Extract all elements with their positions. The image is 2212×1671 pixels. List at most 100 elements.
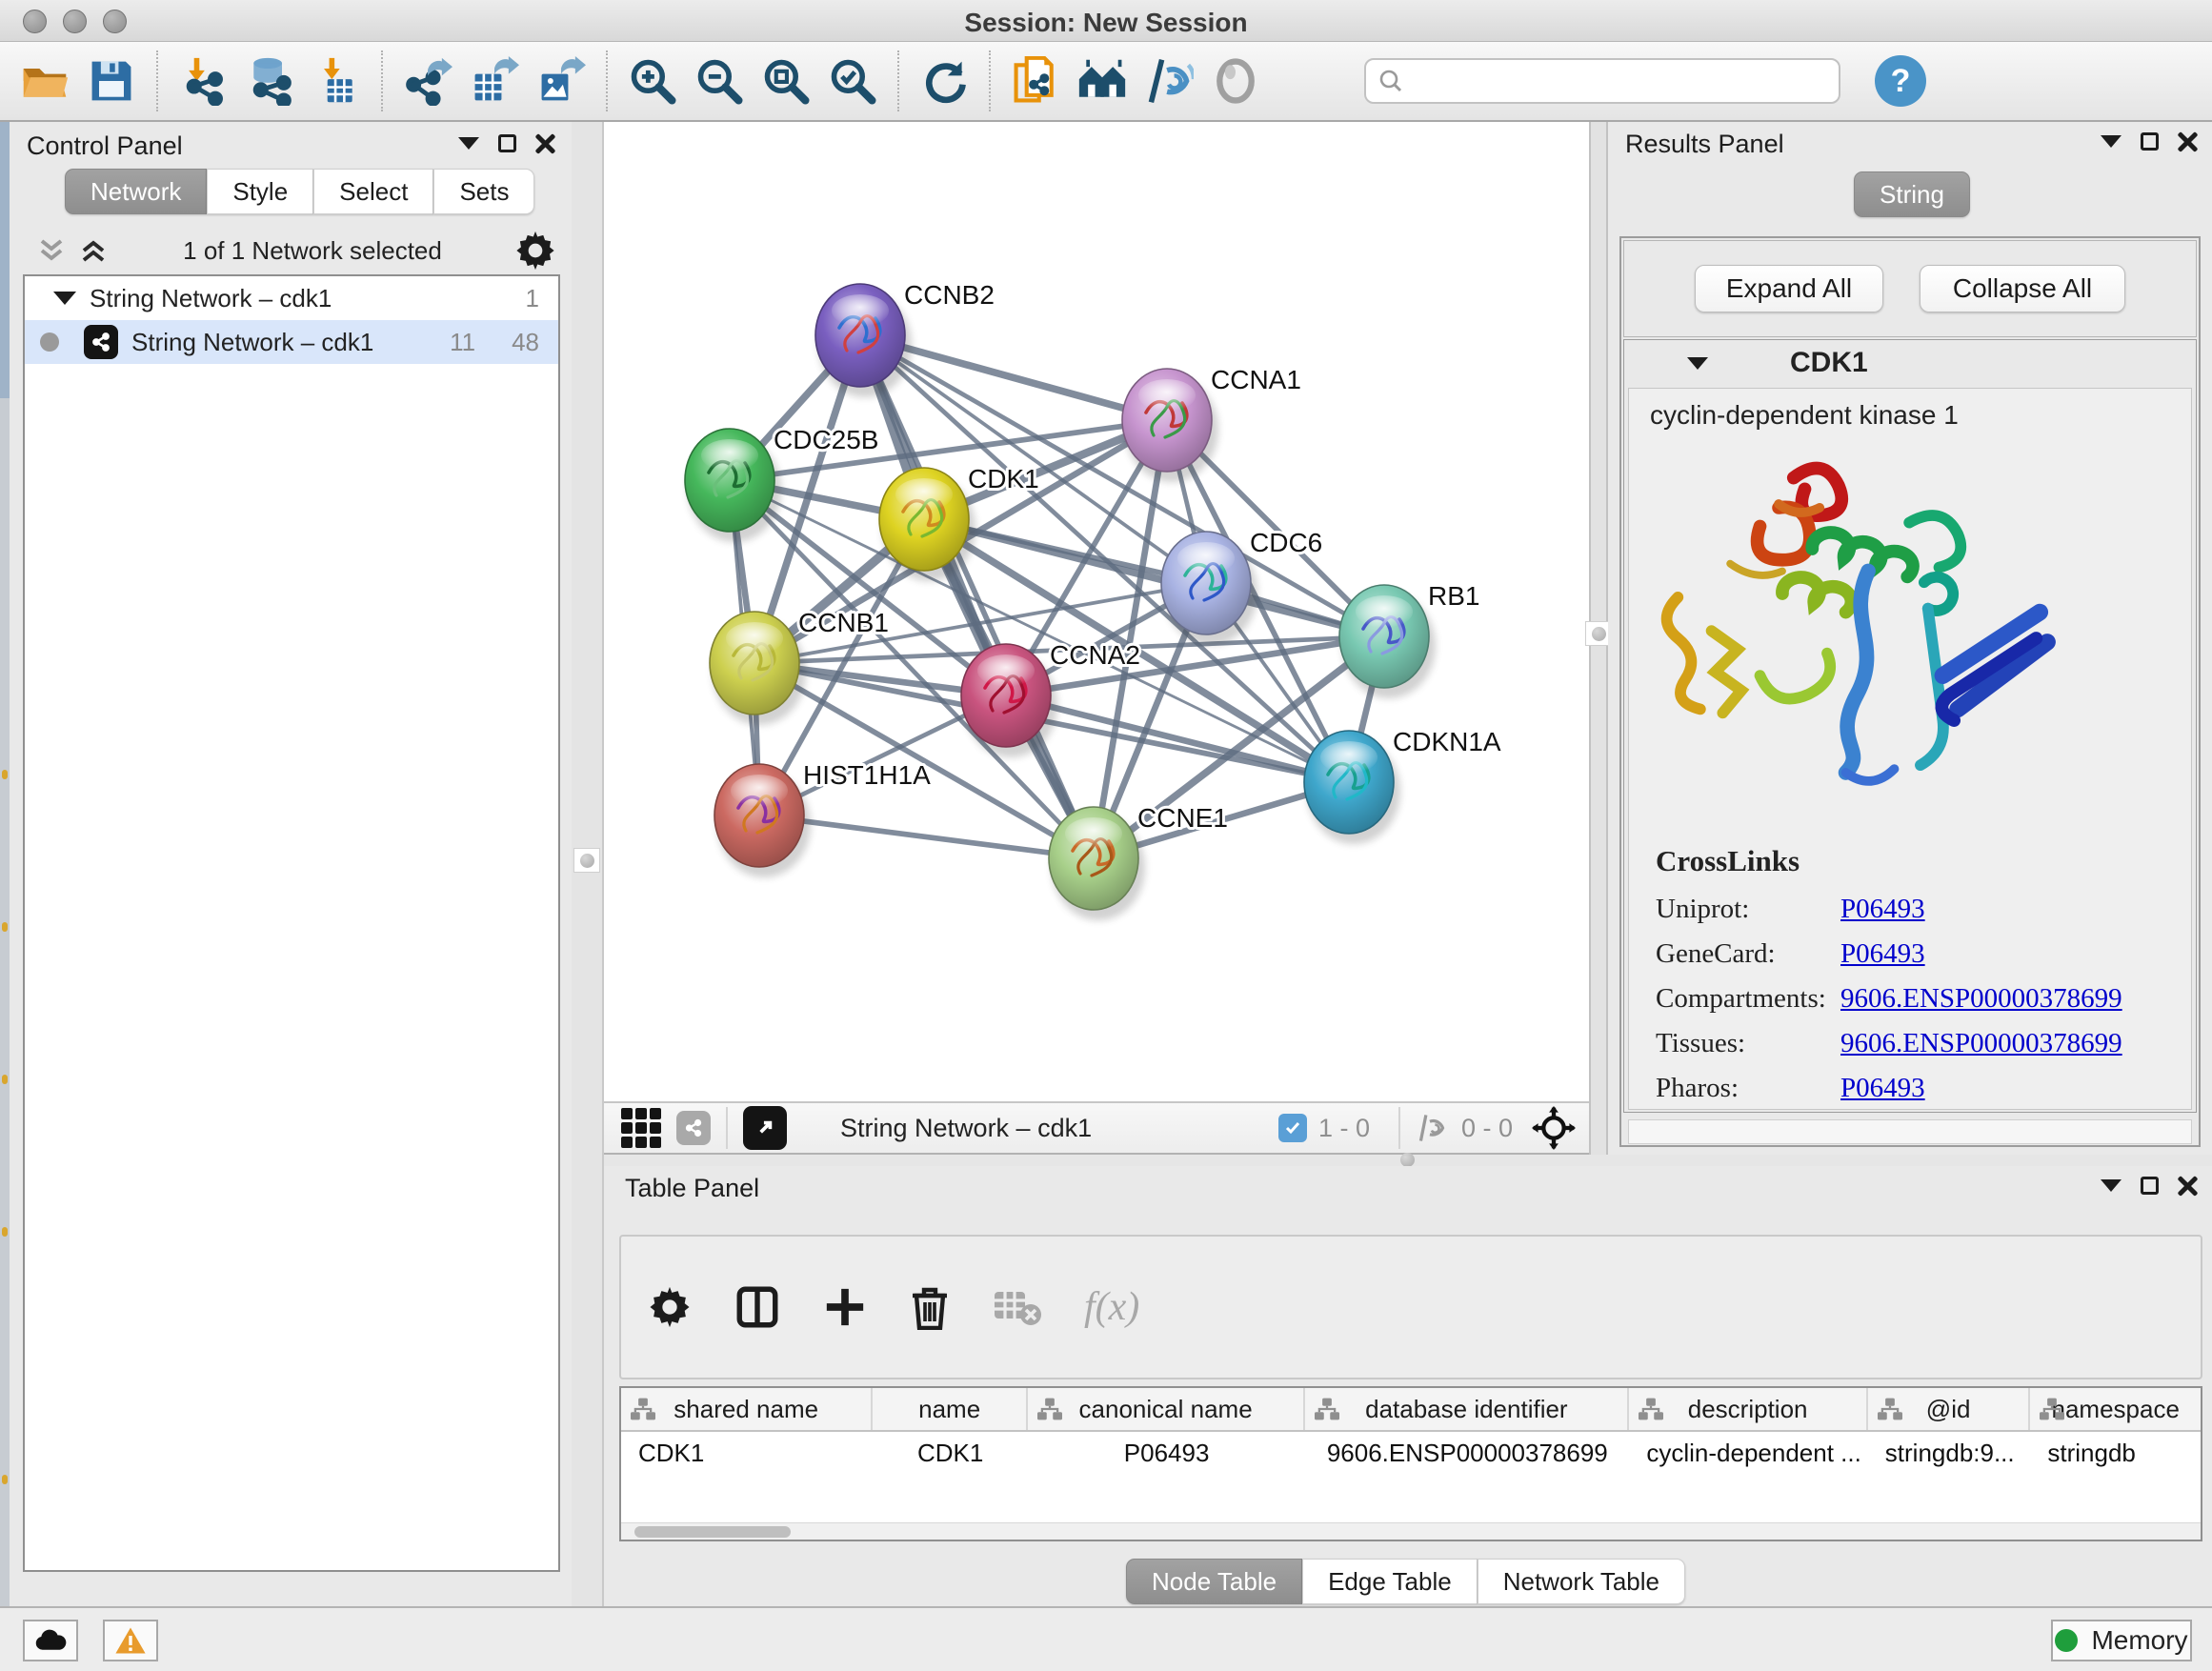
tab-network[interactable]: Network [65,169,207,214]
selected-checkbox-icon[interactable] [1278,1114,1307,1142]
network-row-selected[interactable]: String Network – cdk1 11 48 [25,320,558,364]
tab-network-table[interactable]: Network Table [1478,1559,1685,1604]
network-collection-row[interactable]: String Network – cdk1 1 [25,276,558,320]
zoom-out-button[interactable] [692,53,747,109]
collapse-section-icon[interactable] [1687,357,1708,370]
table-hscrollbar[interactable] [621,1522,2201,1540]
import-network-database-button[interactable] [242,53,297,109]
string-network-icon [84,325,118,359]
import-network-file-button[interactable] [175,53,231,109]
column-tree-icon [2040,1397,2064,1421]
panel-close-icon[interactable] [2178,1176,2197,1195]
save-floppy-icon [87,56,136,106]
results-scrollbar[interactable] [1628,1119,2192,1144]
function-builder-icon-disabled: f(x) [1084,1284,1139,1330]
column-header[interactable]: namespace [2030,1388,2201,1430]
save-session-button[interactable] [84,53,139,109]
network-canvas[interactable]: CCNB2CCNA1CDC25BCDK1CDC6RB1CCNB1CCNA2CDK… [604,122,1589,1101]
panel-menu-icon[interactable] [2101,1179,2122,1192]
tab-sets[interactable]: Sets [433,169,534,214]
import-table-button[interactable] [309,53,364,109]
crosslink-link[interactable]: P06493 [1840,1073,1925,1104]
first-neighbors-button[interactable] [1075,53,1130,109]
string-view-icon[interactable] [676,1111,711,1145]
toolbar-separator [381,50,383,111]
export-table-button[interactable] [467,53,522,109]
tab-string-results[interactable]: String [1854,171,1970,217]
collapse-all-button[interactable]: Collapse All [1920,265,2125,312]
column-header[interactable]: @id [1868,1388,2031,1430]
expand-all-button[interactable]: Expand All [1695,265,1883,312]
network-node-HIST1H1A[interactable]: HIST1H1A [714,760,931,877]
column-header[interactable]: description [1629,1388,1867,1430]
warning-status-button[interactable] [103,1620,158,1661]
tab-edge-table[interactable]: Edge Table [1302,1559,1478,1604]
column-header[interactable]: canonical name [1028,1388,1305,1430]
crosslink-label: Pharos: [1656,1073,1840,1104]
left-splitter[interactable] [572,122,604,1606]
export-network-button[interactable] [400,53,455,109]
horizontal-splitter[interactable] [604,1155,2212,1166]
network-node-CDKN1A[interactable]: CDKN1A [1304,727,1501,844]
crosslink-link[interactable]: P06493 [1840,894,1925,925]
cloud-status-button[interactable] [23,1620,78,1661]
panel-float-icon[interactable] [498,134,516,152]
splitter-handle[interactable] [1400,1153,1415,1167]
show-columns-icon[interactable] [734,1283,781,1331]
gear-icon[interactable] [514,230,556,272]
table-gear-icon[interactable] [648,1285,692,1329]
zoom-selected-button[interactable] [825,53,880,109]
memory-button[interactable]: Memory [2051,1620,2192,1661]
birds-eye-view-icon[interactable] [621,1108,661,1148]
collapse-all-icon[interactable] [36,235,69,266]
panel-float-icon[interactable] [2141,1177,2159,1195]
splitter-handle[interactable] [573,848,600,873]
fit-selected-crosshair-icon[interactable] [1532,1106,1576,1150]
protein-card: CDK1 cyclin-dependent kinase 1 [1623,339,2197,1113]
network-node-CCNB1[interactable]: CCNB1 [710,608,889,725]
apply-layout-button[interactable] [916,53,972,109]
search-input[interactable] [1364,58,1840,104]
crosslink-link[interactable]: 9606.ENSP00000378699 [1840,1028,2122,1059]
node-label-HIST1H1A: HIST1H1A [803,760,931,790]
tab-node-table[interactable]: Node Table [1126,1559,1302,1604]
show-all-button[interactable] [1208,53,1263,109]
panel-float-icon[interactable] [2141,132,2159,151]
network-node-CCNB2[interactable]: CCNB2 [815,280,995,397]
zoom-in-button[interactable] [625,53,680,109]
delete-column-icon[interactable] [909,1284,951,1330]
crosslink-label: Compartments: [1656,983,1840,1015]
export-image-button[interactable] [533,53,589,109]
add-column-icon[interactable] [823,1285,867,1329]
open-session-button[interactable] [17,53,72,109]
network-node-CDK1[interactable]: CDK1 [879,464,1039,581]
network-node-CDC25B[interactable]: CDC25B [685,425,878,542]
panel-close-icon[interactable] [535,133,554,152]
help-button[interactable]: ? [1875,55,1926,107]
zoom-fit-button[interactable] [758,53,814,109]
eye-slash-icon [1144,56,1194,106]
column-header[interactable]: shared name [621,1388,873,1430]
column-header[interactable]: database identifier [1305,1388,1629,1430]
crosslink-link[interactable]: 9606.ENSP00000378699 [1840,983,2122,1015]
right-splitter[interactable] [1589,122,1608,1157]
table-row[interactable]: CDK1 CDK1 P06493 9606.ENSP00000378699 cy… [621,1432,2201,1474]
node-label-CCNA1: CCNA1 [1211,365,1301,394]
open-in-browser-icon[interactable] [743,1106,787,1150]
protein-card-header[interactable]: CDK1 [1624,340,2196,386]
hide-selected-button[interactable] [1141,53,1196,109]
crosslink-link[interactable]: P06493 [1840,938,1925,970]
expand-all-icon[interactable] [78,235,111,266]
panel-close-icon[interactable] [2178,131,2197,151]
panel-menu-icon[interactable] [2101,135,2122,148]
network-node-RB1[interactable]: RB1 [1339,581,1479,698]
node-count: 11 [450,328,475,357]
panel-menu-icon[interactable] [458,137,479,150]
tree-expand-icon[interactable] [53,292,76,305]
tab-select[interactable]: Select [313,169,433,214]
tab-style[interactable]: Style [207,169,313,214]
column-header[interactable]: name [873,1388,1028,1430]
network-node-CCNE1[interactable]: CCNE1 [1049,803,1228,920]
scrollbar-thumb[interactable] [634,1526,791,1538]
clone-network-button[interactable] [1008,53,1063,109]
